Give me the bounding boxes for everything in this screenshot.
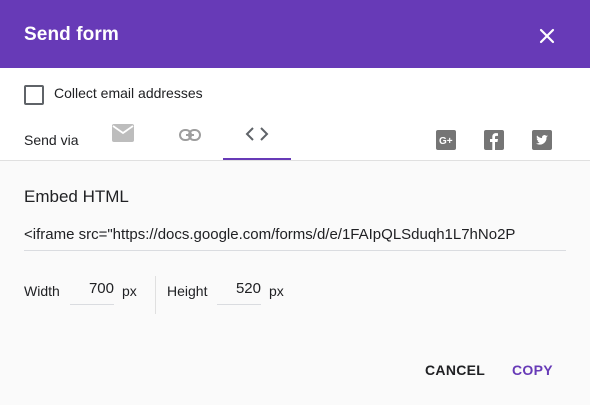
width-label: Width [24,283,60,299]
dimension-divider [155,276,156,314]
collect-email-checkbox[interactable] [24,85,44,105]
options-panel: Collect email addresses Send via G+ [0,68,590,161]
embed-code-field[interactable]: <iframe src="https://docs.google.com/for… [24,226,566,251]
dialog-header: Send form [0,0,590,68]
close-icon[interactable] [532,21,562,51]
embed-html-title: Embed HTML [24,187,129,206]
tab-embed[interactable] [223,116,291,160]
twitter-icon[interactable] [532,130,552,150]
active-tab-indicator [223,158,291,160]
link-icon [179,129,201,141]
tab-email[interactable] [89,116,157,160]
code-icon [245,127,269,141]
collect-email-label: Collect email addresses [54,85,203,101]
google-plus-icon[interactable]: G+ [436,130,456,150]
tab-link[interactable] [156,116,224,160]
height-input[interactable]: 520 [217,280,261,305]
svg-text:G+: G+ [439,136,453,147]
facebook-icon[interactable] [484,130,504,150]
send-form-dialog: Send form Collect email addresses Send v… [0,0,590,405]
cancel-button[interactable]: CANCEL [425,362,485,378]
width-unit: px [122,283,137,299]
height-label: Height [167,283,208,299]
mail-icon [112,124,134,142]
dialog-title: Send form [24,24,119,45]
height-unit: px [269,283,284,299]
send-via-label: Send via [24,132,79,148]
copy-button[interactable]: COPY [512,362,553,378]
width-input[interactable]: 700 [70,280,114,305]
